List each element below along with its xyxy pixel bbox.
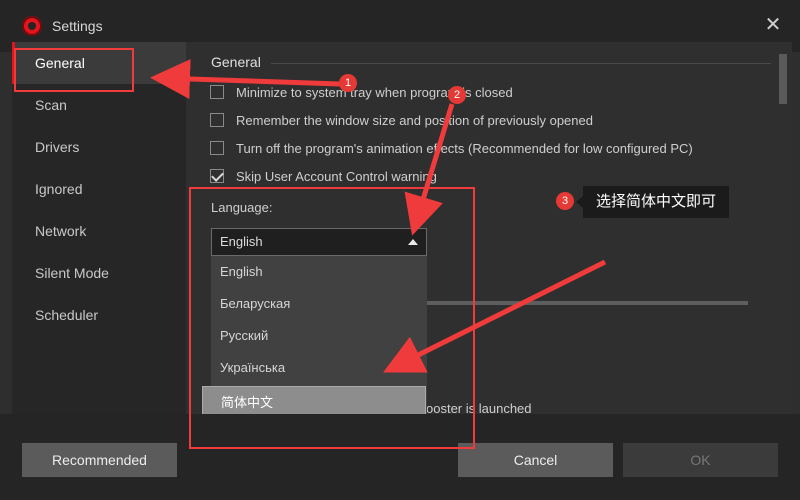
step-marker-2: 2 (448, 86, 466, 104)
tooltip-instruction: 选择简体中文即可 (576, 186, 729, 218)
arrow-1 (150, 59, 341, 99)
step-marker-1: 1 (339, 74, 357, 92)
annotation-arrows (150, 59, 607, 373)
step-marker-3: 3 (556, 192, 574, 210)
settings-window: Settings ✕ General Scan Drivers Ignored … (0, 0, 800, 500)
arrow-2 (404, 103, 455, 236)
arrow-3 (383, 259, 607, 373)
